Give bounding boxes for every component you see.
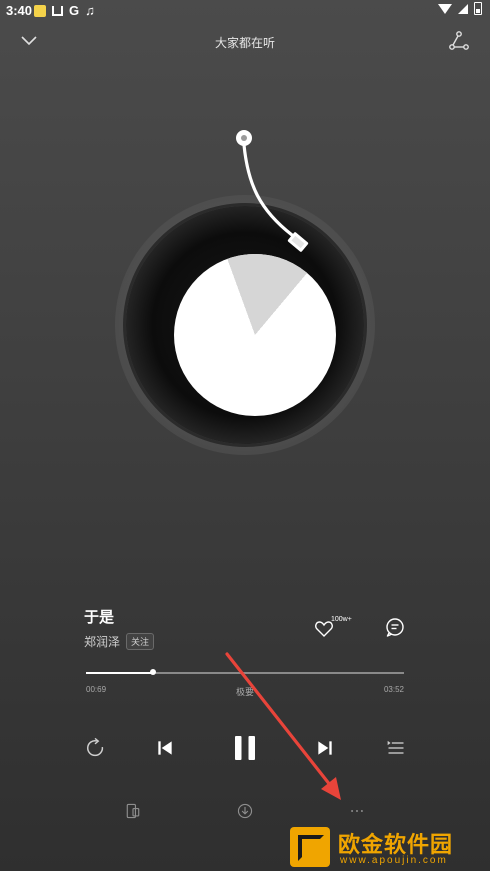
notification-icons: G ♫ [34, 3, 95, 18]
song-title: 于是 [84, 609, 115, 626]
quality-button[interactable]: 极要 [236, 685, 254, 698]
more-button[interactable] [346, 800, 368, 822]
device-icon [126, 803, 140, 819]
pause-button[interactable] [228, 730, 262, 766]
current-time: 00:69 [86, 685, 107, 694]
pause-icon [235, 736, 255, 760]
comment-icon [386, 618, 404, 637]
tonearm [236, 130, 309, 252]
cat-notification-icon [52, 5, 63, 16]
download-icon [237, 803, 253, 819]
total-time: 03:52 [383, 685, 404, 694]
app-notification-icon [34, 4, 46, 17]
album-cover-slice [174, 254, 336, 416]
share-button[interactable] [448, 30, 470, 52]
artist-name[interactable]: 郑润泽 [84, 633, 120, 650]
skip-previous-icon [158, 741, 172, 755]
watermark: 欧金软件园 www.apoujin.com [290, 825, 490, 871]
song-info: 于是 郑润泽 关注 [84, 606, 155, 650]
skip-next-icon [318, 741, 332, 755]
artist-row: 郑润泽 关注 [84, 633, 155, 650]
google-notification-icon: G [69, 3, 80, 18]
playlist-button[interactable] [383, 730, 409, 766]
comment-button[interactable] [384, 616, 406, 638]
album-cover [174, 254, 336, 416]
wifi-icon [438, 3, 452, 14]
more-icon [351, 810, 363, 812]
previous-button[interactable] [152, 730, 178, 766]
signal-icon [458, 3, 468, 14]
progress-fill [86, 672, 153, 674]
status-bar: 3:40 G ♫ [0, 0, 490, 22]
next-button[interactable] [312, 730, 338, 766]
bottom-actions [0, 800, 490, 824]
top-bar: 大家都在听 [0, 28, 490, 56]
playback-controls [0, 730, 490, 766]
like-count: 100w+ [331, 616, 352, 623]
page-title: 大家都在听 [214, 36, 275, 50]
playlist-icon [387, 740, 404, 754]
battery-icon [474, 2, 482, 15]
status-time: 3:40 [6, 3, 33, 18]
device-button[interactable] [122, 800, 144, 822]
repeat-button[interactable] [82, 730, 108, 766]
watermark-url: www.apoujin.com [340, 855, 448, 866]
repeat-icon [87, 737, 104, 757]
share-icon [449, 31, 469, 50]
follow-button[interactable]: 关注 [126, 633, 155, 650]
watermark-logo-icon [290, 827, 330, 867]
system-icons [438, 2, 482, 15]
progress-thumb[interactable] [149, 669, 156, 675]
music-notification-icon: ♫ [85, 3, 95, 18]
download-button[interactable] [234, 800, 256, 822]
